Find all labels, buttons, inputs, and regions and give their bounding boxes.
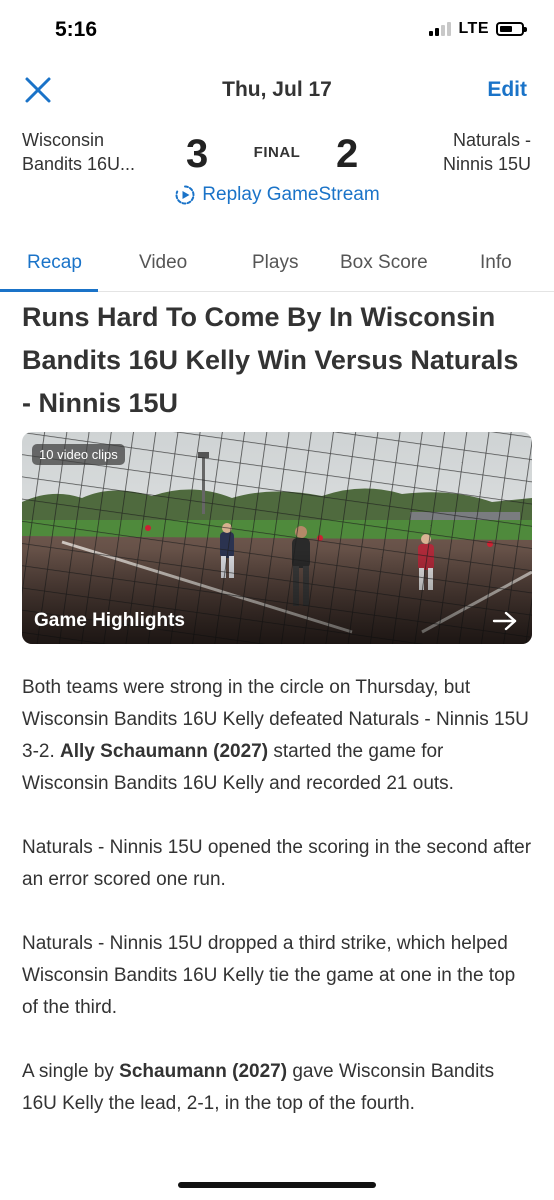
player-name-link[interactable]: Schaumann (2027) — [119, 1061, 287, 1082]
signal-strength-icon — [429, 22, 452, 36]
battery-icon — [496, 22, 527, 36]
edit-button[interactable]: Edit — [487, 78, 527, 102]
replay-gamestream-row: Replay GameStream — [0, 184, 554, 214]
replay-gamestream-button[interactable]: Replay GameStream — [174, 184, 380, 206]
tab-plays[interactable]: Plays — [252, 252, 298, 274]
game-highlights-card[interactable]: 10 video clips Game Highlights — [22, 432, 532, 644]
article-headline: Runs Hard To Come By In Wisconsin Bandit… — [22, 302, 519, 418]
article-paragraph: Both teams were strong in the circle on … — [22, 672, 534, 800]
nav-bar: Thu, Jul 17 Edit — [0, 68, 554, 112]
article-paragraph: Naturals - Ninnis 15U dropped a third st… — [22, 928, 534, 1024]
paragraph-text: A single by — [22, 1061, 120, 1082]
status-time: 5:16 — [55, 18, 98, 41]
game-recap-screen: 5:16 LTE Thu, Jul 17 Edit Wisconsin Band… — [0, 0, 554, 1200]
network-label: LTE — [458, 20, 489, 37]
paragraph-text: Naturals - Ninnis 15U opened the scoring… — [22, 837, 532, 890]
tab-box-score[interactable]: Box Score — [340, 252, 428, 274]
away-team-line2: Ninnis 15U — [442, 154, 531, 174]
status-indicators: LTE — [429, 20, 527, 38]
player-name-link[interactable]: Ally Schaumann (2027) — [60, 741, 268, 762]
home-indicator[interactable] — [178, 1182, 376, 1188]
active-tab-indicator — [0, 289, 98, 292]
score-header: Wisconsin Bandits 16U... 3 FINAL 2 Natur… — [0, 128, 554, 188]
article-body: Both teams were strong in the circle on … — [22, 672, 534, 1152]
replay-gamestream-label: Replay GameStream — [202, 184, 380, 205]
away-team-score: 2 — [336, 132, 359, 176]
game-highlights-title: Game Highlights — [34, 610, 185, 631]
away-team-line1: Naturals - — [452, 130, 531, 150]
game-date: Thu, Jul 17 — [222, 78, 332, 101]
arrow-right-icon — [492, 611, 517, 631]
tab-info[interactable]: Info — [480, 252, 512, 274]
status-bar: 5:16 LTE — [0, 0, 554, 62]
article-paragraph: Naturals - Ninnis 15U opened the scoring… — [22, 832, 534, 896]
article-paragraph: A single by Schaumann (2027) gave Wiscon… — [22, 1056, 534, 1120]
paragraph-text: Naturals - Ninnis 15U dropped a third st… — [22, 933, 516, 1018]
tab-recap[interactable]: Recap — [27, 252, 82, 274]
replay-play-icon — [175, 185, 195, 205]
away-team-name[interactable]: Naturals - Ninnis 15U — [381, 128, 531, 176]
tab-video[interactable]: Video — [139, 252, 187, 274]
video-clips-badge: 10 video clips — [32, 444, 125, 465]
tab-bar: Recap Video Plays Box Score Info — [0, 240, 554, 292]
